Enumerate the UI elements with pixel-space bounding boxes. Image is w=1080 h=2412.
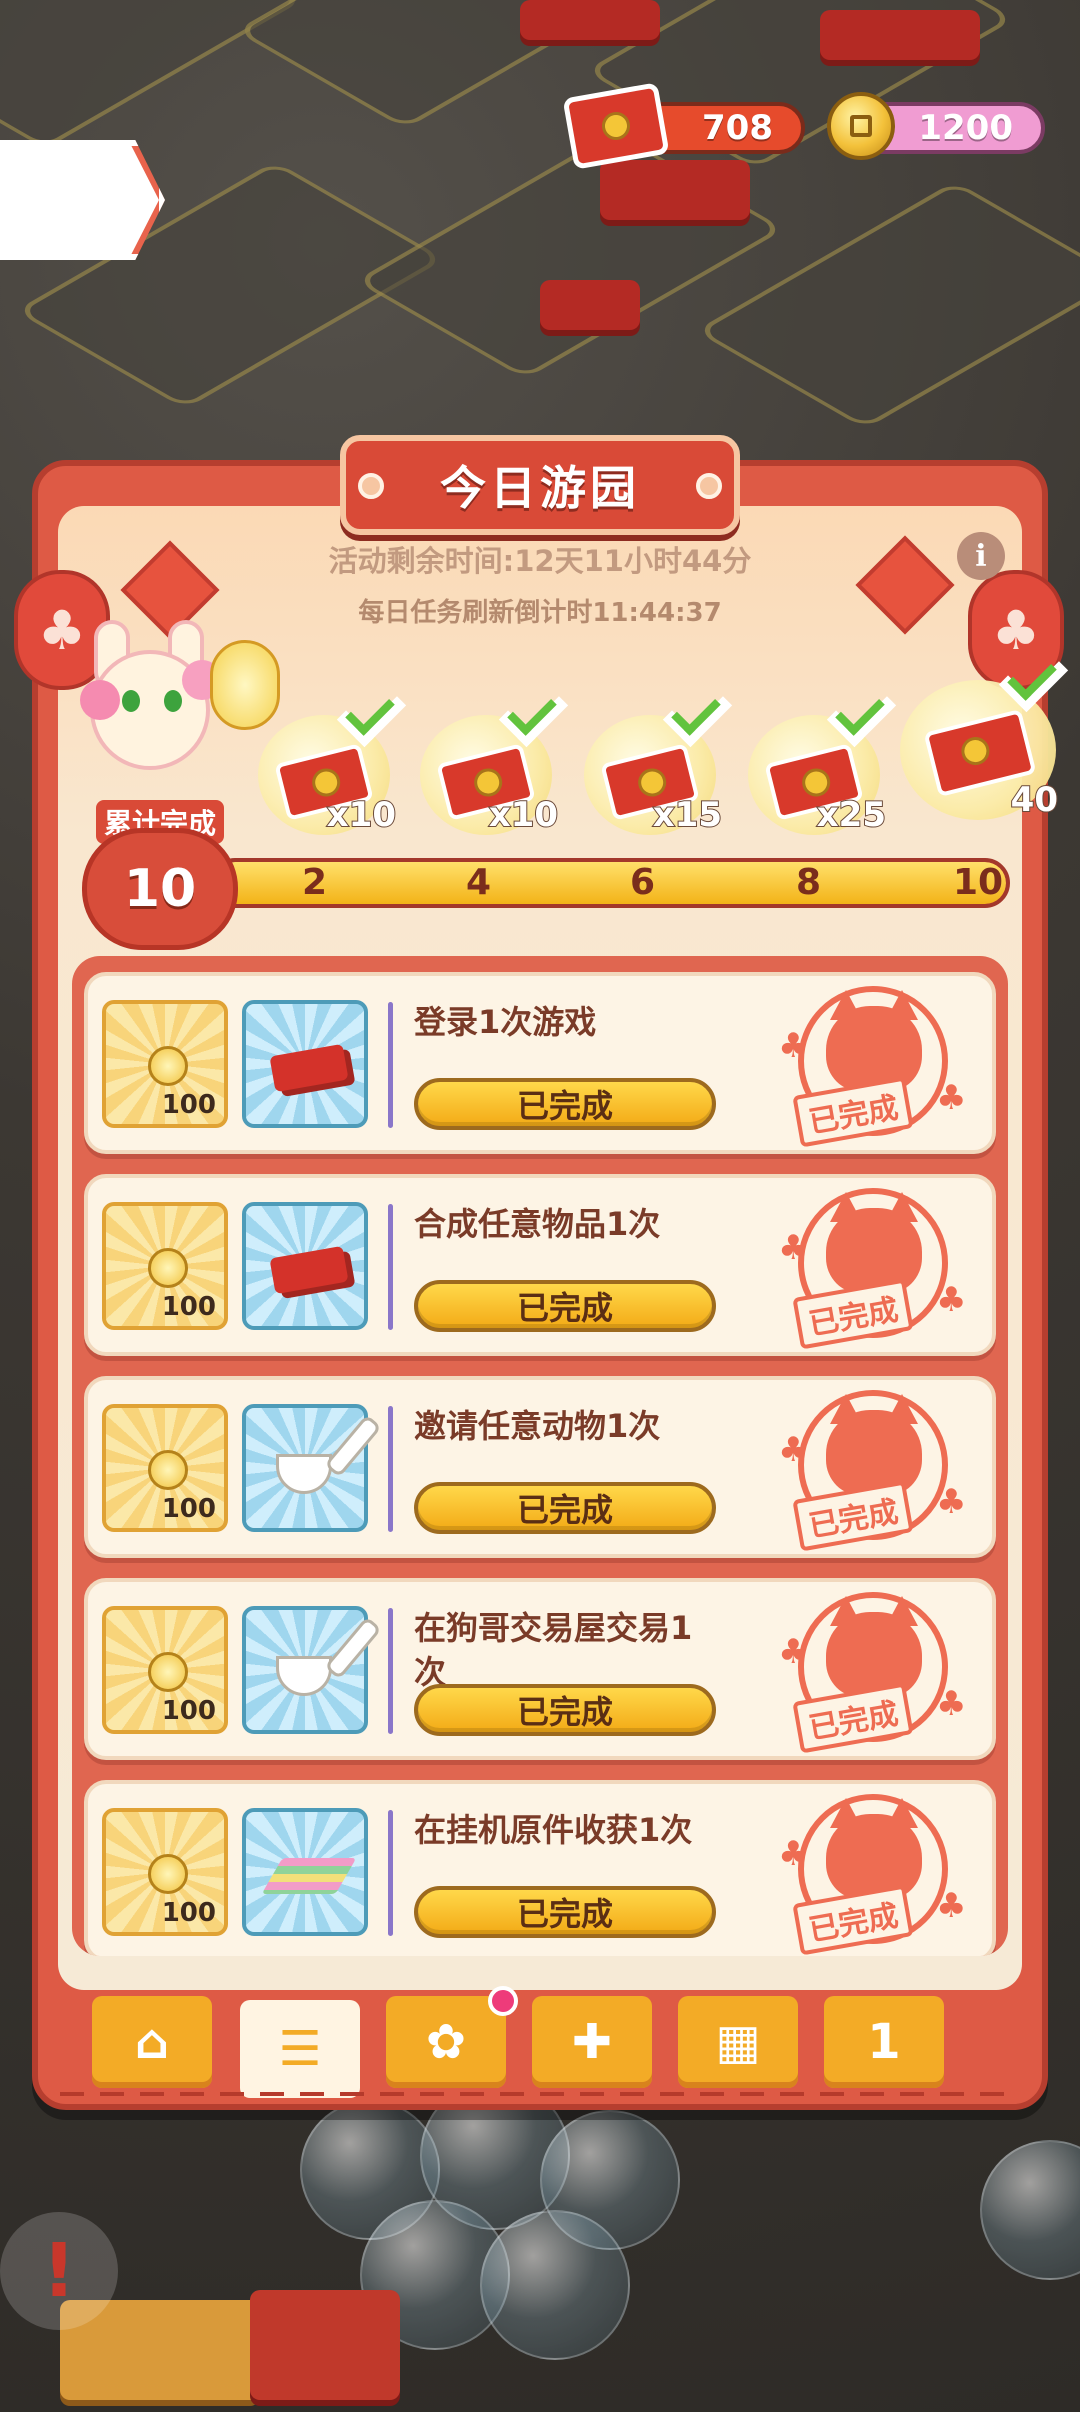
progress-fill [214,862,1006,904]
ranking-icon: 1 [867,2014,901,2070]
milestone-reward-qty: x25 [816,794,887,836]
red-envelope-icon [269,1043,349,1093]
cat-face-icon [826,990,922,1092]
cat-face-icon [826,1596,922,1698]
coin-reward-slot: 100 [102,1606,228,1734]
coin-reward-amount: 100 [161,1898,216,1928]
progress-tick: 2 [302,862,328,903]
milestone-reward-qty: x10 [488,794,559,836]
coin-reward-slot: 100 [102,1202,228,1330]
wheel-icon: ✚ [571,2014,613,2070]
task-name: 邀请任意动物1次 [414,1407,661,1445]
tab-shop[interactable]: ⌂ [92,1996,212,2088]
event-remaining-time: 活动剩余时间:12天11小时44分 [328,544,752,578]
info-icon[interactable]: i [957,532,1005,580]
progress-tick: 8 [796,862,822,903]
check-icon [992,658,1070,712]
completed-stamp: ♣ ♣ 已完成 [778,1794,966,1956]
task-list[interactable]: 100 登录1次游戏 已完成 ♣ ♣ 已完成 100 合成任意物品1次 已完成 ♣… [72,956,1008,1956]
coin-reward-amount: 100 [161,1090,216,1120]
coin-icon [827,92,895,160]
cumulative-count: 10 [82,828,238,950]
ladle-icon [276,1454,332,1494]
check-icon [330,693,408,747]
ticket-count: 708 [702,108,773,148]
item-reward-slot [242,1404,368,1532]
progress-tick: 10 [953,862,1004,903]
task-row: 100 合成任意物品1次 已完成 ♣ ♣ 已完成 [84,1174,996,1356]
red-envelope-icon [269,1245,349,1295]
cat-face-icon [826,1798,922,1900]
completed-stamp: ♣ ♣ 已完成 [778,1390,966,1552]
task-list-icon: ☰ [278,2021,322,2077]
milestone-reward-qty: x15 [652,794,723,836]
check-icon [492,693,570,747]
gift-icon: ▦ [715,2014,761,2070]
task-completed-button[interactable]: 已完成 [414,1482,716,1534]
milestone-reward-4[interactable]: x25 [748,715,888,836]
tab-gift[interactable]: ▦ [678,1996,798,2088]
milestone-reward-qty: 40 [1010,779,1059,821]
item-reward-slot [242,1202,368,1330]
progress-bar [210,858,1010,908]
task-name: 合成任意物品1次 [414,1205,661,1243]
event-title-text: 今日游园 [440,461,640,515]
coin-icon [148,1046,188,1086]
arrow-left-icon: ⬅ [31,150,104,250]
cat-coins-icon: ✿ [425,2014,467,2070]
coin-reward-amount: 100 [161,1292,216,1322]
coin-icon [148,1450,188,1490]
task-name: 在狗哥交易屋交易1次 [414,1609,693,1691]
tab-ranking[interactable]: 1 [824,1996,944,2088]
cat-face-icon [826,1394,922,1496]
cash-stack-icon [261,1858,357,1894]
coin-reward-slot: 100 [102,1808,228,1936]
coin-icon [148,1854,188,1894]
task-row: 100 在挂机原件收获1次 已完成 ♣ ♣ 已完成 [84,1780,996,1956]
check-icon [820,693,898,747]
coin-reward-amount: 100 [161,1494,216,1524]
progress-tick: 6 [630,862,656,903]
completed-stamp: ♣ ♣ 已完成 [778,1592,966,1754]
task-completed-button[interactable]: 已完成 [414,1280,716,1332]
coin-icon [148,1652,188,1692]
coin-reward-slot: 100 [102,1404,228,1532]
cat-face-icon [826,1192,922,1294]
task-completed-button[interactable]: 已完成 [414,1684,716,1736]
milestone-reward-5[interactable]: 40 [900,680,1060,821]
milestone-reward-1[interactable]: x10 [258,715,398,836]
task-name: 登录1次游戏 [414,1003,597,1041]
task-completed-button[interactable]: 已完成 [414,1078,716,1130]
task-completed-button[interactable]: 已完成 [414,1886,716,1938]
item-reward-slot [242,1000,368,1128]
back-button[interactable]: ⬅ [0,140,165,260]
ladle-icon [276,1656,332,1696]
tab-tasks[interactable]: ☰ [240,2000,360,2098]
progress-tick: 4 [466,862,492,903]
task-name: 在挂机原件收获1次 [414,1811,693,1849]
notification-dot [488,1986,518,2016]
shop-icon: ⌂ [134,2014,170,2070]
milestone-reward-2[interactable]: x10 [420,715,560,836]
event-title: 今日游园 [340,435,740,535]
alert-icon[interactable]: ! [0,2212,118,2330]
tab-wheel[interactable]: ✚ [532,1996,652,2088]
tab-cat-coins[interactable]: ✿ [386,1996,506,2088]
bunny-girl-character [60,620,280,820]
coin-reward-amount: 100 [161,1696,216,1726]
event-tab-bar: ⌂ ☰ ✿ ✚ ▦ 1 [92,1996,992,2098]
completed-stamp: ♣ ♣ 已完成 [778,986,966,1148]
coin-icon [148,1248,188,1288]
milestone-reward-3[interactable]: x15 [584,715,724,836]
task-row: 100 登录1次游戏 已完成 ♣ ♣ 已完成 [84,972,996,1154]
task-row: 100 在狗哥交易屋交易1次 已完成 ♣ ♣ 已完成 [84,1578,996,1760]
coin-reward-slot: 100 [102,1000,228,1128]
item-reward-slot [242,1808,368,1936]
completed-stamp: ♣ ♣ 已完成 [778,1188,966,1350]
milestone-reward-qty: x10 [326,794,397,836]
coin-count: 1200 [918,108,1013,148]
item-reward-slot [242,1606,368,1734]
check-icon [656,693,734,747]
task-row: 100 邀请任意动物1次 已完成 ♣ ♣ 已完成 [84,1376,996,1558]
